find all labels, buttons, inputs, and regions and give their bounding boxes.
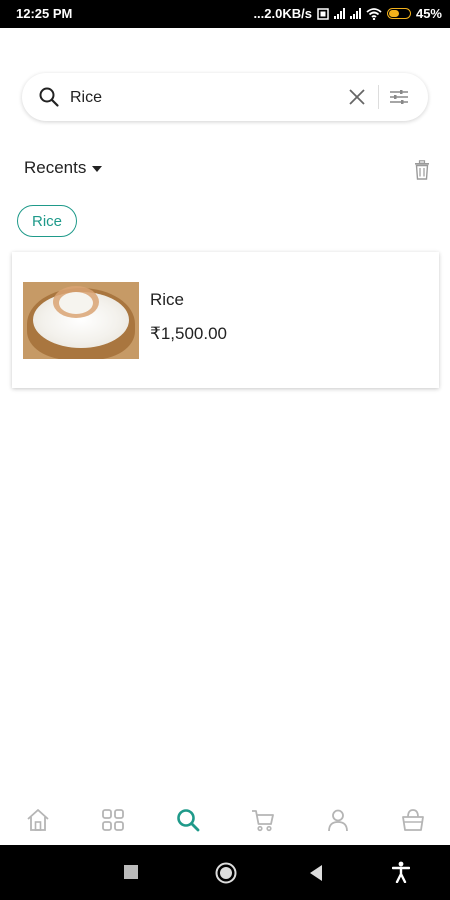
status-icons: ...2.0KB/s 45% (253, 6, 442, 21)
search-divider (378, 85, 379, 109)
recents-label: Recents (24, 158, 87, 177)
signal-icon-2 (349, 8, 361, 19)
caret-down-icon (92, 165, 103, 172)
bottom-nav (0, 795, 450, 845)
filter-icon[interactable] (388, 87, 410, 107)
home-icon[interactable] (25, 807, 51, 833)
search-bar (22, 73, 428, 121)
profile-icon[interactable] (325, 807, 351, 833)
grid-icon[interactable] (100, 807, 126, 833)
product-image (23, 282, 139, 359)
network-speed: ...2.0KB/s (253, 6, 312, 21)
basket-icon[interactable] (400, 807, 426, 833)
accessibility-icon[interactable] (392, 861, 410, 883)
volte-icon (317, 7, 329, 20)
product-price: ₹1,500.00 (150, 324, 227, 343)
close-icon[interactable] (347, 87, 367, 107)
wifi-icon (366, 7, 382, 20)
cart-icon[interactable] (250, 807, 276, 833)
product-card[interactable]: Rice ₹1,500.00 (12, 252, 439, 388)
recents-header: Recents (24, 158, 430, 184)
search-nav-icon[interactable] (175, 807, 201, 833)
system-nav-bar (0, 845, 450, 900)
status-time: 12:25 PM (16, 6, 73, 21)
product-name: Rice (150, 290, 185, 309)
signal-icon (333, 8, 345, 19)
battery-percent: 45% (415, 6, 442, 21)
battery-icon (386, 8, 411, 19)
back-triangle-icon[interactable] (308, 864, 324, 882)
trash-icon[interactable] (414, 160, 430, 180)
recents-dropdown[interactable]: Recents (24, 158, 103, 177)
home-circle-icon[interactable] (215, 862, 237, 884)
status-bar: 12:25 PM ...2.0KB/s 45% (0, 0, 450, 28)
search-icon (39, 87, 59, 107)
recent-search-chip[interactable]: Rice (17, 205, 78, 237)
recents-square-icon[interactable] (124, 865, 138, 879)
search-input[interactable] (68, 85, 352, 111)
